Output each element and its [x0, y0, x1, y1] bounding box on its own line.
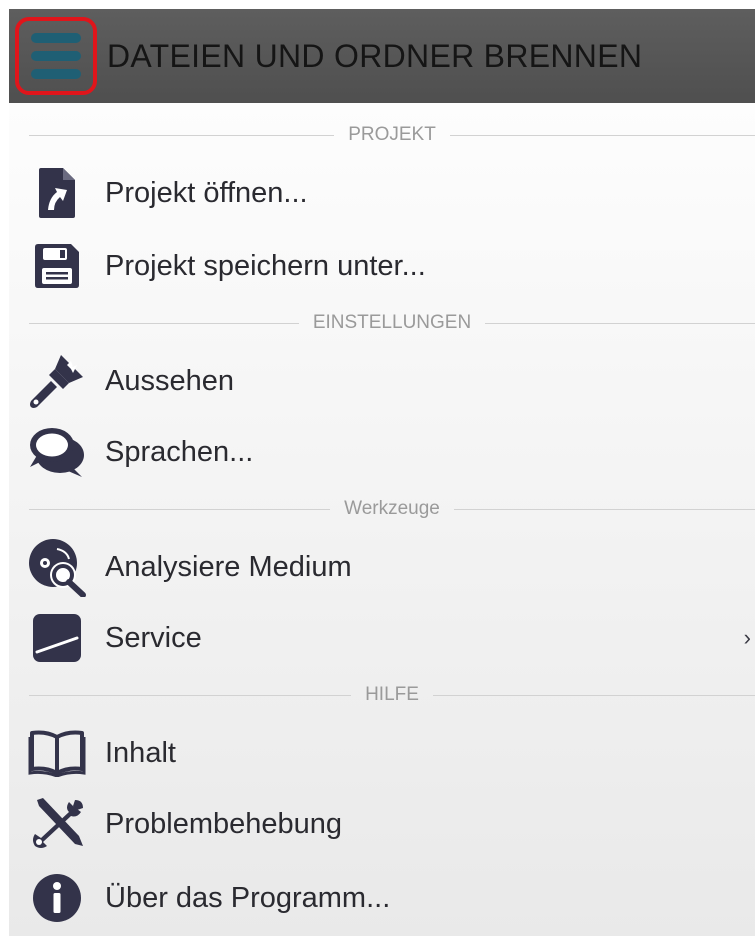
main-menu: PROJEKT Projekt öffnen... Projekt speich… — [9, 103, 755, 936]
menu-item-label: Über das Programm... — [105, 881, 391, 914]
divider-line — [29, 134, 335, 136]
divider-line — [29, 508, 331, 510]
menu-item-analyze-medium[interactable]: Analysiere Medium — [9, 534, 755, 600]
divider-line — [29, 694, 352, 696]
menu-item-contents[interactable]: Inhalt — [9, 720, 755, 786]
menu-item-save-project-as[interactable]: Projekt speichern unter... — [9, 233, 755, 299]
paintbrush-icon — [25, 350, 89, 412]
burn-files-app-window: DATEIEN UND ORDNER BRENNEN PROJEKT Proje… — [0, 0, 755, 936]
menu-item-service[interactable]: Service › — [9, 605, 755, 671]
window-title: DATEIEN UND ORDNER BRENNEN — [107, 38, 643, 74]
title-bar: DATEIEN UND ORDNER BRENNEN — [9, 9, 755, 103]
save-floppy-icon — [25, 235, 89, 297]
menu-item-label: Sprachen... — [105, 435, 254, 468]
section-header-werkzeuge: Werkzeuge — [29, 494, 755, 524]
hamburger-bar — [31, 33, 81, 43]
menu-item-label: Service — [105, 621, 202, 654]
hamburger-bar — [31, 69, 81, 79]
open-project-icon — [25, 162, 89, 224]
divider-line — [29, 322, 299, 324]
section-label: EINSTELLUNGEN — [312, 312, 472, 333]
menu-item-troubleshooting[interactable]: Problembehebung — [9, 791, 755, 857]
section-label: PROJEKT — [348, 124, 436, 145]
section-header-projekt: PROJEKT — [29, 120, 755, 150]
divider-line — [453, 508, 755, 510]
book-icon — [25, 722, 89, 784]
hamburger-bar — [31, 51, 81, 61]
speech-bubbles-icon — [25, 421, 89, 483]
menu-item-about[interactable]: Über das Programm... — [9, 865, 755, 931]
divider-line — [449, 134, 755, 136]
section-label: Werkzeuge — [344, 498, 440, 519]
divider-line — [432, 694, 755, 696]
menu-item-label: Projekt öffnen... — [105, 176, 308, 209]
section-label: HILFE — [365, 684, 419, 705]
menu-item-appearance[interactable]: Aussehen — [9, 348, 755, 414]
menu-item-languages[interactable]: Sprachen... — [9, 419, 755, 485]
menu-item-label: Analysiere Medium — [105, 550, 352, 583]
menu-item-label: Projekt speichern unter... — [105, 249, 426, 282]
tools-icon — [25, 793, 89, 855]
divider-line — [485, 322, 755, 324]
service-icon — [25, 607, 89, 669]
menu-item-label: Aussehen — [105, 364, 234, 397]
menu-item-open-project[interactable]: Projekt öffnen... — [9, 160, 755, 226]
section-header-hilfe: HILFE — [29, 680, 755, 710]
section-header-einstellungen: EINSTELLUNGEN — [29, 308, 755, 338]
menu-item-label: Inhalt — [105, 736, 176, 769]
info-icon — [25, 867, 89, 929]
disc-magnifier-icon — [25, 536, 89, 598]
submenu-chevron-icon: › — [743, 625, 751, 650]
menu-item-label: Problembehebung — [105, 807, 343, 840]
hamburger-menu-button[interactable] — [15, 17, 97, 95]
